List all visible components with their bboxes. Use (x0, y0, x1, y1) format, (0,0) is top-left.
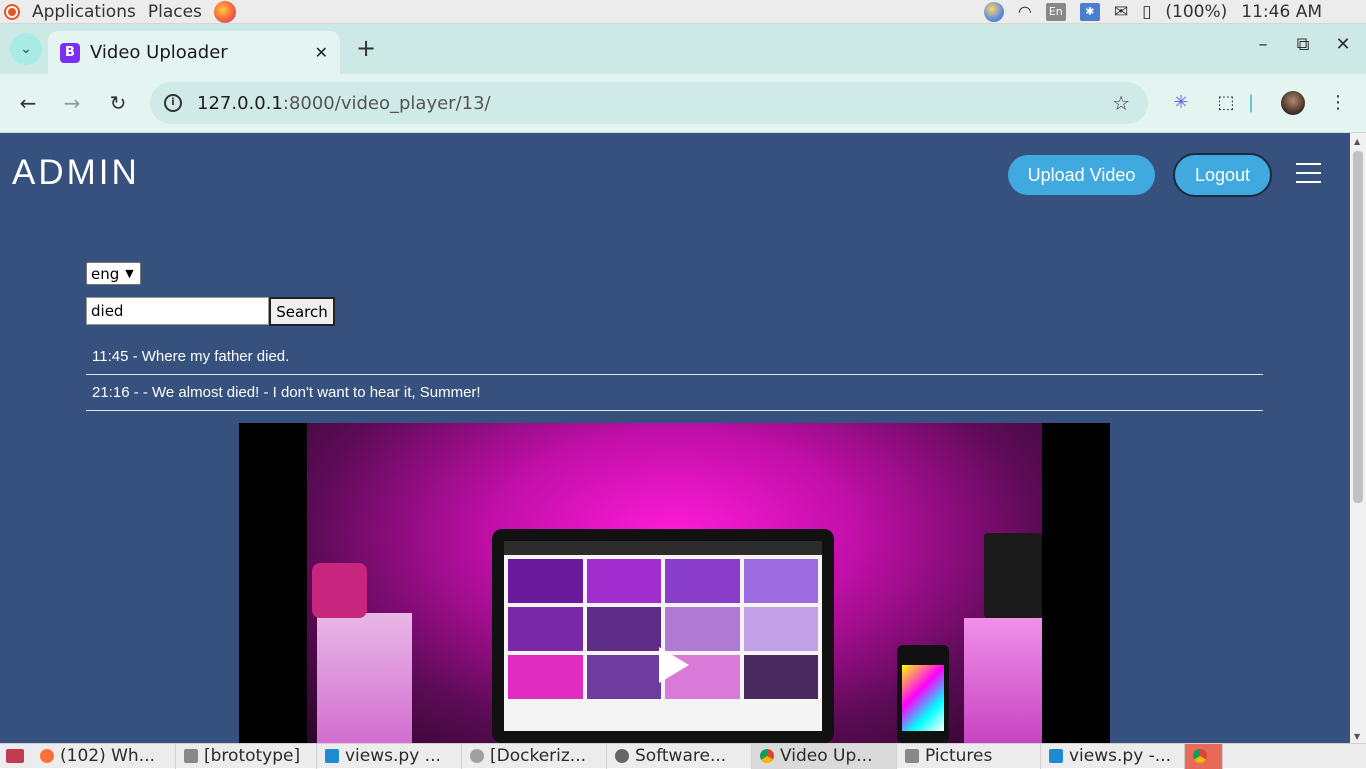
result-item[interactable]: 21:16 - - We almost died! - I don't want… (86, 375, 1263, 411)
taskbar-item[interactable]: [Dockeriz... (462, 743, 607, 769)
bookmark-star-icon[interactable]: ☆ (1112, 91, 1130, 115)
decor-image (317, 613, 412, 743)
tab-title: Video Uploader (90, 42, 228, 63)
battery-percentage: (100%) (1165, 1, 1228, 22)
taskbar-item[interactable]: views.py ... (317, 743, 462, 769)
taskbar-item-label: Pictures (925, 746, 993, 766)
upload-video-button[interactable]: Upload Video (1008, 155, 1155, 195)
chrome-icon (760, 749, 774, 763)
taskbar-item-label: Video Up... (780, 746, 873, 766)
window-icon (184, 749, 198, 763)
minimize-icon[interactable]: – (1254, 34, 1272, 55)
monitor-image (492, 529, 834, 743)
back-icon[interactable]: ← (15, 90, 41, 116)
chrome-icon (470, 749, 484, 763)
chevron-down-icon: ⌄ (20, 41, 32, 57)
taskbar-item-active[interactable]: Video Up... (752, 743, 897, 769)
applications-menu[interactable]: Applications (32, 2, 136, 22)
profile-avatar[interactable] (1281, 91, 1305, 115)
vscode-icon (325, 749, 339, 763)
taskbar-item[interactable]: [brototype] (176, 743, 317, 769)
taskbar-item-label: views.py -... (1069, 746, 1172, 766)
more-menu-icon[interactable]: ⋮ (1326, 91, 1350, 115)
camera-image (312, 563, 367, 618)
firefox-launcher-icon[interactable] (213, 0, 236, 23)
logout-button[interactable]: Logout (1173, 153, 1272, 197)
scroll-up-icon[interactable]: ▲ (1354, 137, 1360, 146)
taskbar-item[interactable]: Software... (607, 743, 752, 769)
show-desktop-icon[interactable] (6, 749, 24, 763)
video-frame-image (307, 423, 1042, 743)
site-info-icon[interactable]: i (164, 94, 182, 112)
keyboard-layout-indicator[interactable]: En (1045, 2, 1066, 21)
monitor-screen-image (504, 541, 822, 731)
restore-icon[interactable]: ⧉ (1294, 34, 1312, 55)
tab-search-button[interactable]: ⌄ (10, 33, 42, 65)
result-item[interactable]: 11:45 - Where my father died. (86, 339, 1263, 375)
taskbar-item-label: [brototype] (204, 746, 301, 766)
url-host: 127.0.0.1 (197, 92, 283, 114)
speaker-image (984, 533, 1042, 618)
mail-icon[interactable]: ✉ (1114, 2, 1128, 22)
search-button[interactable]: Search (269, 297, 335, 326)
system-top-panel: Applications Places ◠ En ✱ ✉ ▯ (100%) 11… (0, 0, 1366, 24)
bluetooth-icon[interactable]: ✱ (1079, 2, 1100, 21)
ubuntu-logo-icon[interactable] (4, 3, 20, 20)
globe-icon[interactable] (983, 1, 1004, 22)
brand-logo[interactable]: ADMIN (12, 153, 140, 193)
scroll-down-icon[interactable]: ▼ (1354, 732, 1360, 741)
hamburger-menu-icon[interactable] (1296, 163, 1321, 183)
reload-icon[interactable]: ↻ (105, 90, 131, 116)
taskbar: (102) Wh... [brototype] views.py ... [Do… (0, 743, 1366, 769)
language-select[interactable]: eng ▼ (86, 262, 141, 285)
bootstrap-favicon-icon: B (60, 42, 80, 63)
places-menu[interactable]: Places (148, 2, 202, 22)
browser-tab-strip: ⌄ B Video Uploader ✕ + – ⧉ ✕ (0, 24, 1366, 74)
phone-image (897, 645, 949, 743)
browser-toolbar: ← → ↻ i 127.0.0.1:8000/video_player/13/ … (0, 74, 1366, 133)
close-window-icon[interactable]: ✕ (1334, 34, 1352, 55)
forward-icon[interactable]: → (59, 90, 85, 116)
subtitle-search-results: 11:45 - Where my father died. 21:16 - - … (86, 339, 1263, 411)
taskbar-item[interactable]: (102) Wh... (32, 743, 176, 769)
search-input[interactable]: died (86, 297, 269, 325)
close-tab-icon[interactable]: ✕ (315, 43, 328, 62)
taskbar-item-label: views.py ... (345, 746, 441, 766)
taskbar-item-label: Software... (635, 746, 727, 766)
web-page: ADMIN Upload Video Logout eng ▼ died Sea… (0, 133, 1350, 743)
battery-icon[interactable]: ▯ (1142, 2, 1151, 22)
taskbar-item[interactable] (1185, 743, 1223, 769)
chevron-down-icon: ▼ (125, 267, 134, 280)
language-select-value: eng (91, 264, 120, 283)
extensions-puzzle-icon[interactable]: ⬚ (1214, 91, 1238, 115)
taskbar-item-label: [Dockeriz... (490, 746, 587, 766)
address-bar[interactable]: i 127.0.0.1:8000/video_player/13/ ☆ (150, 82, 1148, 124)
taskbar-item-label: (102) Wh... (60, 746, 155, 766)
window-icon (905, 749, 919, 763)
window-controls: – ⧉ ✕ (1254, 34, 1366, 55)
taskbar-item[interactable]: Pictures (897, 743, 1041, 769)
decor-image (964, 618, 1042, 743)
taskbar-item[interactable]: views.py -... (1041, 743, 1185, 769)
url-path: :8000/video_player/13/ (282, 92, 491, 114)
new-tab-button[interactable]: + (353, 34, 379, 62)
toolbar-divider: | (1248, 92, 1255, 113)
clock[interactable]: 11:46 AM (1241, 2, 1322, 22)
vscode-icon (1049, 749, 1063, 763)
software-icon (615, 749, 629, 763)
wifi-icon[interactable]: ◠ (1018, 2, 1032, 21)
video-player[interactable] (239, 423, 1110, 743)
chrome-icon (1193, 749, 1207, 763)
firefox-icon (40, 749, 54, 763)
extension-icon[interactable]: ✳ (1169, 91, 1193, 115)
page-scrollbar[interactable]: ▲ ▼ (1350, 133, 1366, 743)
tab-video-uploader[interactable]: B Video Uploader ✕ (48, 31, 340, 74)
play-icon[interactable] (659, 647, 689, 683)
url-text: 127.0.0.1:8000/video_player/13/ (197, 93, 491, 114)
scrollbar-thumb[interactable] (1353, 151, 1363, 503)
